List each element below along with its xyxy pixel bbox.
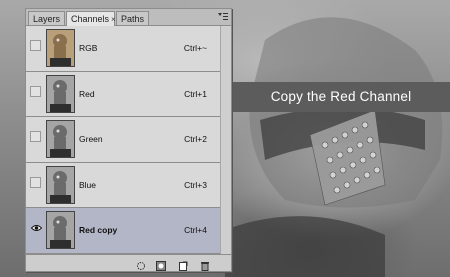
channel-thumbnail — [46, 74, 75, 113]
channel-thumbnail — [46, 120, 75, 159]
tab-layers-label: Layers — [33, 14, 61, 24]
scrollbar[interactable] — [220, 26, 231, 254]
channel-row[interactable]: Green Ctrl+2 — [26, 117, 231, 163]
load-selection-icon[interactable] — [136, 258, 146, 270]
channel-list: RGB Ctrl+~ Red Ctrl+1 Green Ctrl+2 Blue Ctrl… — [26, 26, 231, 254]
channel-row[interactable]: Red copy Ctrl+4 — [26, 208, 231, 254]
caption-banner: Copy the Red Channel — [232, 82, 450, 112]
channel-thumbnail — [46, 211, 75, 250]
channel-shortcut: Ctrl+1 — [184, 88, 207, 99]
channel-row[interactable]: Blue Ctrl+3 — [26, 162, 231, 209]
helmet-illustration — [225, 17, 443, 277]
channel-name: Red copy — [79, 225, 118, 236]
channel-shortcut: Ctrl+4 — [184, 225, 207, 236]
close-tab-icon[interactable]: × — [111, 15, 116, 24]
channel-name: Blue — [79, 179, 97, 190]
channel-thumbnail — [46, 29, 75, 67]
channel-name: Red — [79, 88, 95, 99]
panel-footer — [26, 254, 231, 271]
tab-layers[interactable]: Layers — [28, 11, 65, 25]
visibility-toggle[interactable] — [30, 40, 41, 51]
channel-row[interactable]: RGB Ctrl+~ — [26, 26, 231, 72]
panel-menu-icon[interactable] — [218, 12, 228, 21]
channels-panel: Layers Channels × Paths RGB Ctrl+~ Red Ctrl… — [25, 8, 232, 272]
channel-thumbnail — [46, 165, 75, 204]
panel-tab-bar: Layers Channels × Paths — [26, 9, 231, 26]
channel-shortcut: Ctrl+~ — [183, 43, 207, 53]
channel-name: Green — [79, 134, 103, 145]
channel-row[interactable]: Red Ctrl+1 — [26, 71, 231, 118]
delete-channel-icon[interactable] — [200, 258, 210, 271]
visibility-toggle[interactable] — [30, 85, 41, 97]
visibility-toggle[interactable] — [30, 176, 41, 188]
tab-channels-label: Channels — [71, 14, 110, 24]
save-selection-icon[interactable] — [156, 258, 166, 271]
tab-channels[interactable]: Channels × — [66, 11, 116, 26]
tab-paths[interactable]: Paths — [116, 11, 149, 25]
channel-shortcut: Ctrl+2 — [184, 134, 207, 145]
eye-icon[interactable] — [30, 222, 42, 233]
new-channel-icon[interactable] — [178, 258, 188, 271]
visibility-toggle[interactable] — [30, 131, 41, 143]
channel-name: RGB — [79, 43, 98, 53]
channel-shortcut: Ctrl+3 — [184, 179, 207, 190]
tab-paths-label: Paths — [121, 14, 145, 24]
